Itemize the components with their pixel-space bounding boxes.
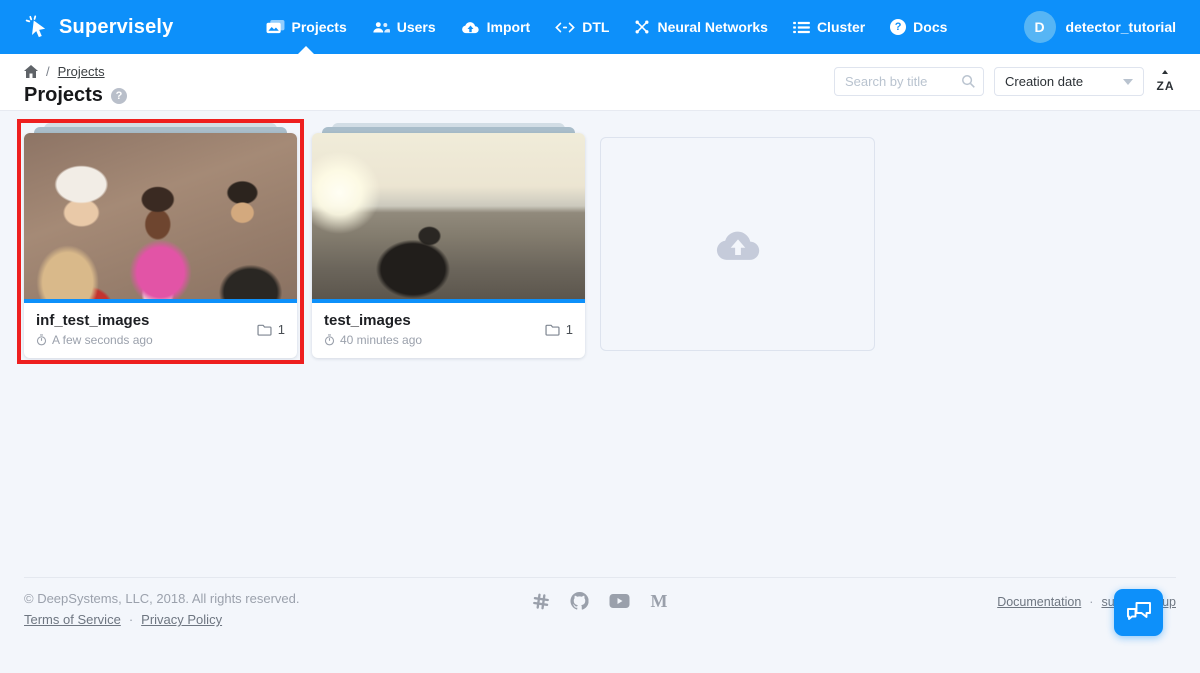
breadcrumb-link-projects[interactable]: Projects bbox=[58, 64, 105, 79]
top-navigation-bar: Supervisely Projects bbox=[0, 0, 1200, 54]
cloud-upload-icon bbox=[715, 228, 761, 261]
photos-icon bbox=[266, 19, 285, 36]
project-card-test-images[interactable]: test_images 40 minutes ago bbox=[312, 133, 585, 358]
slack-icon[interactable] bbox=[533, 593, 550, 610]
users-icon bbox=[372, 21, 390, 34]
youtube-icon[interactable] bbox=[610, 594, 630, 608]
nav-label: Cluster bbox=[817, 19, 865, 35]
nav-label: Neural Networks bbox=[657, 19, 767, 35]
main-nav: Projects Users Import bbox=[266, 0, 948, 54]
sort-order-button[interactable]: Z A bbox=[1154, 71, 1176, 93]
user-menu[interactable]: D detector_tutorial bbox=[1024, 11, 1176, 43]
social-links: M bbox=[533, 592, 668, 610]
folder-icon bbox=[257, 324, 272, 336]
breadcrumb-separator: / bbox=[46, 64, 50, 79]
nav-label: Docs bbox=[913, 19, 947, 35]
question-circle-icon: ? bbox=[890, 19, 906, 35]
list-controls: Creation date Z A bbox=[834, 67, 1176, 96]
project-card-wrap: inf_test_images A few seconds ago bbox=[24, 133, 297, 358]
nav-item-neural-networks[interactable]: Neural Networks bbox=[634, 0, 767, 54]
folder-icon bbox=[545, 324, 560, 336]
nav-label: Users bbox=[397, 19, 436, 35]
terms-of-service-link[interactable]: Terms of Service bbox=[24, 612, 121, 627]
project-name: inf_test_images bbox=[36, 312, 153, 329]
upload-project-dropzone[interactable] bbox=[600, 137, 875, 351]
sort-select-value: Creation date bbox=[1005, 74, 1083, 89]
chat-bubbles-icon bbox=[1126, 601, 1152, 624]
nav-label: Import bbox=[487, 19, 531, 35]
active-tab-indicator bbox=[298, 46, 314, 54]
username: detector_tutorial bbox=[1066, 19, 1176, 35]
page-title: Projects bbox=[24, 84, 103, 107]
project-name: test_images bbox=[324, 312, 422, 329]
code-brackets-icon bbox=[555, 22, 575, 33]
project-updated-time: 40 minutes ago bbox=[340, 333, 422, 347]
avatar: D bbox=[1024, 11, 1056, 43]
supervisely-cursor-icon bbox=[24, 14, 50, 40]
project-card-inf-test-images[interactable]: inf_test_images A few seconds ago bbox=[24, 133, 297, 358]
clock-icon bbox=[324, 334, 335, 346]
nav-item-dtl[interactable]: DTL bbox=[555, 0, 609, 54]
footer: © DeepSystems, LLC, 2018. All rights res… bbox=[24, 577, 1176, 627]
nav-label: DTL bbox=[582, 19, 609, 35]
help-icon[interactable]: ? bbox=[111, 88, 127, 104]
project-thumbnail bbox=[312, 133, 585, 299]
brand-name: Supervisely bbox=[59, 16, 174, 39]
dataset-count: 1 bbox=[278, 322, 285, 337]
nav-item-projects[interactable]: Projects bbox=[266, 0, 347, 54]
nav-item-import[interactable]: Import bbox=[461, 0, 531, 54]
home-icon[interactable] bbox=[24, 65, 38, 78]
sort-letter-a: A bbox=[1165, 79, 1174, 93]
dot-separator: · bbox=[1089, 595, 1093, 609]
sort-letter-z: Z bbox=[1156, 79, 1163, 93]
search-icon bbox=[961, 74, 976, 94]
nav-item-users[interactable]: Users bbox=[372, 0, 436, 54]
dataset-count: 1 bbox=[566, 322, 573, 337]
list-icon bbox=[793, 21, 810, 34]
nav-label: Projects bbox=[292, 19, 347, 35]
copyright-text: © DeepSystems, LLC, 2018. All rights res… bbox=[24, 591, 299, 606]
project-updated-time: A few seconds ago bbox=[52, 333, 153, 347]
github-icon[interactable] bbox=[571, 592, 589, 610]
medium-icon[interactable]: M bbox=[651, 593, 668, 609]
dot-separator: · bbox=[129, 612, 133, 627]
brand-logo[interactable]: Supervisely bbox=[24, 14, 174, 40]
page-header: / Projects Projects ? Creation date Z A bbox=[0, 54, 1200, 111]
neural-network-icon bbox=[634, 19, 650, 35]
search-box bbox=[834, 67, 984, 96]
nav-item-cluster[interactable]: Cluster bbox=[793, 0, 865, 54]
privacy-policy-link[interactable]: Privacy Policy bbox=[141, 612, 222, 627]
chat-widget-button[interactable] bbox=[1114, 589, 1163, 636]
clock-icon bbox=[36, 334, 47, 346]
project-thumbnail bbox=[24, 133, 297, 299]
documentation-link[interactable]: Documentation bbox=[997, 595, 1081, 609]
sort-arrow-icon bbox=[1162, 70, 1168, 74]
cloud-import-icon bbox=[461, 21, 480, 34]
sort-select[interactable]: Creation date bbox=[994, 67, 1144, 96]
nav-item-docs[interactable]: ? Docs bbox=[890, 0, 947, 54]
projects-grid: inf_test_images A few seconds ago bbox=[24, 111, 1176, 358]
chevron-down-icon bbox=[1123, 79, 1133, 85]
project-card-wrap: test_images 40 minutes ago bbox=[312, 133, 585, 358]
